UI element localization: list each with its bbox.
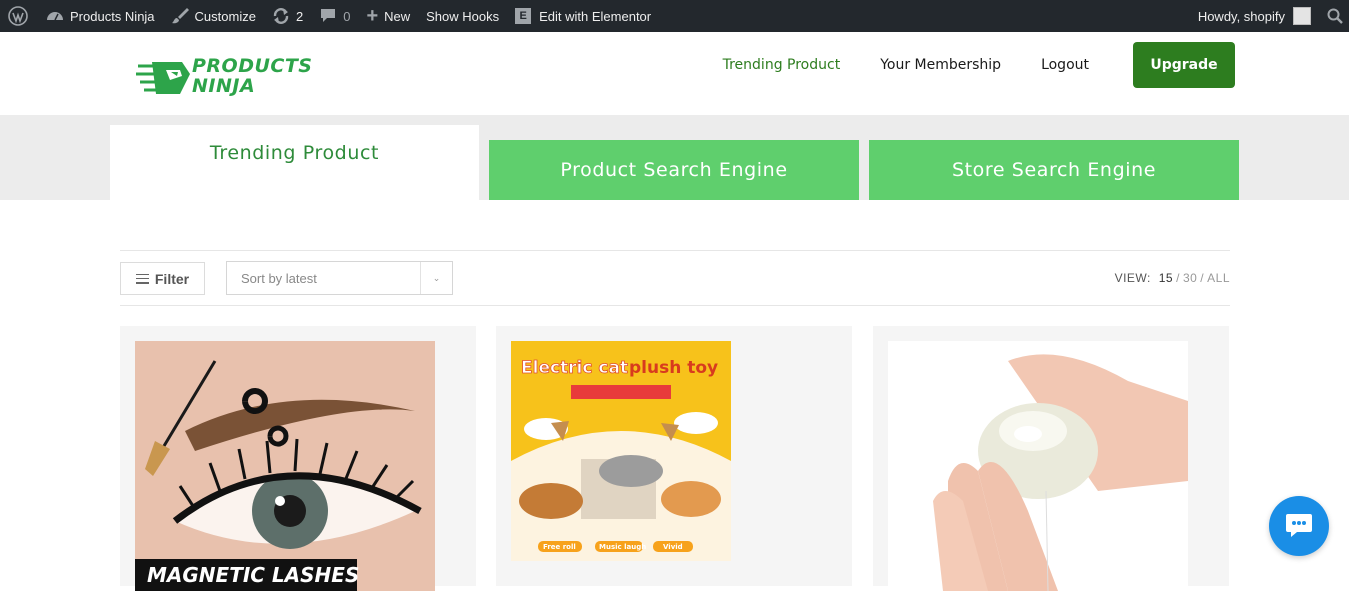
- updates-link[interactable]: 2: [264, 0, 311, 32]
- product-badge: Music laugh: [599, 543, 646, 551]
- view-per-page: VIEW: 15/30/ALL: [1114, 271, 1230, 285]
- tab-product-search-engine[interactable]: Product Search Engine: [489, 140, 859, 200]
- product-image-cat-toy[interactable]: Electric cat plush toy Free roll Music l…: [511, 341, 731, 561]
- product-title-part-2: plush toy: [629, 358, 718, 378]
- product-image-tape-dispenser[interactable]: [888, 341, 1188, 591]
- edit-elementor-link[interactable]: E Edit with Elementor: [507, 0, 659, 32]
- show-hooks-label: Show Hooks: [426, 8, 500, 24]
- admin-search-button[interactable]: [1321, 0, 1349, 32]
- customize-link[interactable]: Customize: [163, 0, 264, 32]
- tab-trending-product[interactable]: Trending Product: [110, 125, 479, 200]
- product-card[interactable]: MAGNETIC LASHES: [120, 326, 476, 591]
- product-image-magnetic-lashes[interactable]: MAGNETIC LASHES: [135, 341, 435, 591]
- new-label: New: [384, 8, 411, 24]
- chat-icon: [1286, 514, 1312, 537]
- wp-logo-button[interactable]: [0, 0, 38, 32]
- updates-icon: [272, 7, 290, 25]
- product-title-part-1: Electric cat: [521, 358, 628, 378]
- product-badge: Vivid: [663, 543, 683, 551]
- elementor-icon: E: [515, 8, 532, 24]
- wp-admin-bar: Products Ninja Customize 2 0 + New Show …: [0, 0, 1349, 32]
- sort-value: Sort by latest: [241, 270, 317, 286]
- search-icon: [1327, 8, 1343, 24]
- main-nav: Trending Product Your Membership Logout …: [683, 42, 1235, 88]
- nav-your-membership[interactable]: Your Membership: [880, 57, 1001, 73]
- view-option-all[interactable]: ALL: [1207, 271, 1230, 285]
- logo-line-1: PRODUCTS: [192, 55, 313, 77]
- cat-toy-illustration: Electric cat plush toy Free roll Music l…: [511, 341, 731, 561]
- nav-trending-product[interactable]: Trending Product: [723, 57, 841, 73]
- toolbar-top-divider: [120, 250, 1230, 251]
- site-header: PRODUCTS NINJA Trending Product Your Mem…: [0, 32, 1349, 115]
- sort-select[interactable]: Sort by latest ⌄: [226, 261, 453, 295]
- tabs-band: Trending Product Product Search Engine S…: [0, 115, 1349, 200]
- tab-store-search-engine[interactable]: Store Search Engine: [869, 140, 1239, 200]
- toolbar-bottom-divider: [120, 305, 1230, 306]
- product-card[interactable]: Electric cat plush toy Free roll Music l…: [496, 326, 852, 586]
- edit-elementor-label: Edit with Elementor: [539, 8, 652, 24]
- filter-icon: [135, 273, 149, 284]
- logo-text: PRODUCTS NINJA: [192, 56, 313, 96]
- dashboard-icon: [46, 8, 64, 24]
- comments-count: 0: [343, 8, 351, 24]
- comments-link[interactable]: 0: [311, 0, 358, 32]
- plus-icon: +: [366, 4, 379, 27]
- updates-count: 2: [295, 8, 304, 24]
- hand-product-illustration: [888, 341, 1188, 591]
- filter-button[interactable]: Filter: [120, 262, 205, 295]
- view-option-15[interactable]: 15: [1159, 271, 1173, 285]
- filter-label: Filter: [154, 270, 190, 287]
- product-badge: Free roll: [543, 543, 576, 551]
- show-hooks-link[interactable]: Show Hooks: [418, 0, 507, 32]
- eye-illustration: MAGNETIC LASHES: [135, 341, 435, 591]
- wordpress-icon: [8, 6, 28, 26]
- avatar: [1293, 7, 1311, 25]
- view-label: VIEW:: [1114, 271, 1151, 285]
- my-account-link[interactable]: Howdy, shopify: [1190, 0, 1321, 32]
- view-option-30[interactable]: 30: [1183, 271, 1197, 285]
- logo-line-2: NINJA: [192, 75, 256, 97]
- chevron-down-icon[interactable]: ⌄: [420, 262, 452, 294]
- howdy-text: Howdy, shopify: [1197, 8, 1285, 24]
- product-card[interactable]: [873, 326, 1229, 591]
- product-banner-text: MAGNETIC LASHES: [147, 563, 359, 587]
- chat-launcher-button[interactable]: [1269, 496, 1329, 556]
- comment-icon: [319, 8, 337, 24]
- upgrade-button[interactable]: Upgrade: [1133, 42, 1235, 88]
- ninja-logo-icon: [136, 62, 190, 94]
- site-logo[interactable]: PRODUCTS NINJA: [136, 56, 336, 98]
- nav-logout[interactable]: Logout: [1041, 57, 1089, 73]
- site-name-link[interactable]: Products Ninja: [38, 0, 163, 32]
- brush-icon: [171, 7, 189, 25]
- customize-label: Customize: [194, 8, 256, 24]
- site-name: Products Ninja: [70, 8, 155, 24]
- new-content-link[interactable]: + New: [358, 0, 418, 32]
